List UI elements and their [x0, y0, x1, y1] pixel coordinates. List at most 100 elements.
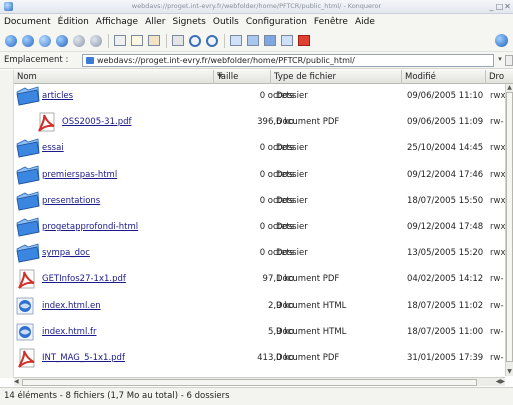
scroll-right-icon[interactable]: ◀▶	[489, 378, 505, 386]
file-modified: 09/06/2005 11:10	[407, 91, 484, 101]
location-dropdown-icon[interactable]: ▾	[496, 55, 504, 66]
zoom-in-button[interactable]	[187, 33, 202, 48]
column-name[interactable]: Nom	[14, 70, 214, 84]
file-row[interactable]: index.html.en 2,9 ko Document HTML 18/07/20…	[14, 294, 505, 318]
file-name[interactable]: sympa_doc	[42, 241, 90, 265]
menu-document[interactable]: Document	[4, 17, 51, 27]
file-name[interactable]: index.html.fr	[42, 320, 97, 344]
menu-signets[interactable]: Signets	[172, 17, 205, 27]
file-permissions: rw-	[490, 353, 504, 363]
html-file-icon	[16, 323, 34, 341]
file-permissions: rwx	[490, 222, 505, 232]
tree-view-button[interactable]	[279, 33, 294, 48]
file-type: Document PDF	[276, 353, 340, 363]
go-button[interactable]	[505, 55, 513, 66]
webdav-icon	[86, 57, 94, 64]
file-permissions: rwx	[490, 143, 505, 154]
toolbar	[0, 30, 513, 52]
file-row[interactable]: ⊕presentations0 octetsDossier18/07/2005 …	[14, 189, 505, 213]
print-button[interactable]	[170, 33, 185, 48]
file-name[interactable]: articles	[42, 84, 73, 108]
menu-outils[interactable]: Outils	[213, 17, 239, 27]
icon-view-button[interactable]	[228, 33, 243, 48]
file-row[interactable]: ⊕progetapprofondi-html0 octetsDossier09/…	[14, 215, 505, 239]
file-name[interactable]: presentations	[42, 189, 100, 213]
title-bar: webdavs://proget.int-evry.fr/webfolder/h…	[0, 0, 513, 14]
file-row[interactable]: ⊕articles0 octetsDossier09/06/2005 11:10…	[14, 84, 505, 108]
file-row[interactable]: index.html.fr 5,9 ko Document HTML 18/07/20…	[14, 320, 505, 344]
back-button[interactable]	[3, 33, 18, 48]
file-permissions: rw-	[490, 274, 504, 285]
menu-affichage[interactable]: Affichage	[96, 17, 138, 27]
folder-icon	[16, 191, 40, 211]
multicolumn-view-icon	[246, 35, 259, 46]
menu-aller[interactable]: Aller	[145, 17, 165, 27]
column-header: Nom Taille Type de fichier Modifié Dro	[14, 70, 513, 84]
file-row[interactable]: ⊕premierspas-html0 octetsDossier09/12/20…	[14, 163, 505, 187]
file-name[interactable]: essai	[42, 136, 64, 160]
zoom-out-icon	[205, 34, 218, 47]
detailed-view-button[interactable]	[262, 33, 277, 48]
vertical-scroll-thumb[interactable]	[506, 92, 513, 362]
file-row[interactable]: GETInfos27-1x1.pdf 97,1 ko Document PDF 04/…	[14, 267, 505, 291]
multicolumn-view-button[interactable]	[245, 33, 260, 48]
vertical-scrollbar[interactable]: ▲ ▼	[505, 84, 513, 376]
column-type[interactable]: Type de fichier	[271, 70, 402, 84]
file-type: Document HTML	[276, 326, 347, 337]
up-icon	[38, 34, 51, 47]
file-permissions: rwx	[490, 169, 505, 180]
html-file-icon	[16, 297, 34, 314]
location-input[interactable]: webdavs://proget.int-evry.fr/webfolder/h…	[82, 54, 494, 67]
scroll-left-icon[interactable]: ◀	[14, 378, 22, 386]
file-permissions: rw-	[490, 300, 504, 311]
file-permissions: rwx	[490, 195, 505, 206]
up-button[interactable]	[37, 33, 52, 48]
close-icon[interactable]: ✕	[503, 2, 512, 11]
menu-fenetre[interactable]: Fenêtre	[314, 17, 348, 27]
close-view-button[interactable]	[296, 33, 311, 48]
throbber-icon	[495, 34, 508, 47]
print-icon	[171, 35, 184, 46]
pdf-file-icon	[38, 112, 55, 132]
scroll-down-icon[interactable]: ▼	[506, 368, 513, 376]
menu-edition[interactable]: Édition	[58, 17, 89, 27]
copy-button[interactable]	[129, 33, 144, 48]
folder-icon	[16, 217, 40, 237]
paste-button[interactable]	[146, 33, 161, 48]
file-type: Dossier	[276, 91, 308, 101]
file-row[interactable]: INT_MAG_5-1x1.pdf 413,0 ko Document PDF 31/…	[14, 346, 505, 370]
file-type: Document PDF	[276, 274, 340, 285]
file-row[interactable]: ⊕essai0 octetsDossier25/10/2004 14:45rwx	[14, 136, 505, 160]
file-name[interactable]: GETInfos27-1x1.pdf	[42, 267, 126, 291]
file-name[interactable]: premierspas-html	[42, 163, 117, 187]
forward-icon	[21, 34, 34, 47]
file-name[interactable]: INT_MAG_5-1x1.pdf	[42, 346, 125, 370]
detailed-view-icon	[263, 35, 276, 46]
location-label: Emplacement :	[4, 55, 69, 65]
file-modified: 25/10/2004 14:45	[407, 143, 484, 154]
home-icon	[89, 34, 102, 47]
scroll-up-icon[interactable]: ▲	[506, 84, 513, 92]
stop-button[interactable]	[71, 33, 86, 48]
zoom-out-button[interactable]	[204, 33, 219, 48]
column-size[interactable]: Taille	[214, 70, 271, 84]
column-permissions[interactable]: Dro	[486, 70, 513, 84]
horizontal-scrollbar[interactable]: ◀ ◀▶	[14, 377, 505, 386]
location-value: webdavs://proget.int-evry.fr/webfolder/h…	[97, 56, 355, 65]
column-modified[interactable]: Modifié	[402, 70, 486, 84]
horizontal-scroll-thumb[interactable]	[22, 379, 477, 386]
menu-configuration[interactable]: Configuration	[246, 17, 307, 27]
home-button[interactable]	[88, 33, 103, 48]
file-row[interactable]: OSS2005-31.pdf 396,6 ko Document PDF 09/06/…	[14, 110, 505, 134]
cut-button[interactable]	[112, 33, 127, 48]
window-title: webdavs://proget.int-evry.fr/webfolder/h…	[131, 2, 382, 10]
reload-button[interactable]	[54, 33, 69, 48]
file-row[interactable]: ⊕sympa_doc0 octetsDossier13/05/2005 15:2…	[14, 241, 505, 265]
menu-aide[interactable]: Aide	[355, 17, 375, 27]
file-name[interactable]: OSS2005-31.pdf	[62, 110, 131, 134]
file-type: Dossier	[276, 222, 308, 232]
file-type: Dossier	[276, 169, 308, 180]
file-name[interactable]: progetapprofondi-html	[42, 215, 138, 239]
forward-button[interactable]	[20, 33, 35, 48]
file-name[interactable]: index.html.en	[42, 294, 101, 318]
